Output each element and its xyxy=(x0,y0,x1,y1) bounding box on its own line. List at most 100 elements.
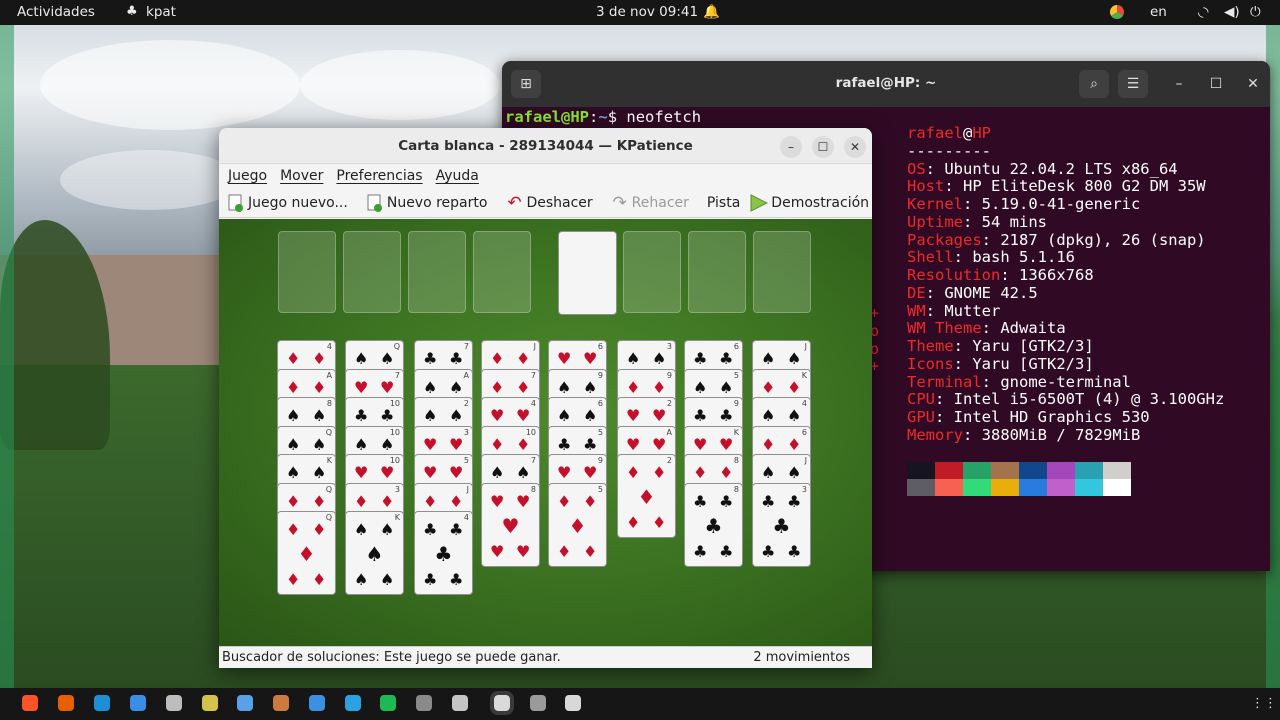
foundation-slot[interactable] xyxy=(623,231,681,313)
edge-icon[interactable] xyxy=(94,695,110,711)
color-swatch xyxy=(1019,479,1047,496)
tableau-card[interactable]: K ♠ ♠ ♠ ♠ ♠ xyxy=(345,511,404,595)
tableau-card[interactable]: Q ♦ ♦ ♦ ♦ ♦ xyxy=(277,511,336,595)
suit-icon: ♠ xyxy=(787,349,802,368)
telegram-icon[interactable] xyxy=(345,695,361,711)
card-rank: 8 xyxy=(530,484,536,494)
free-cell-slot[interactable] xyxy=(473,231,531,313)
paint-icon[interactable] xyxy=(452,695,468,711)
screenshot-icon[interactable] xyxy=(202,695,218,711)
kpat-icon[interactable] xyxy=(490,691,514,715)
card-rank: Q xyxy=(325,513,332,522)
tableau-card[interactable]: 5 ♦ ♦ ♦ ♦ ♦ xyxy=(548,482,607,567)
kpat-titlebar[interactable]: Carta blanca - 289134044 — KPatience – ☐… xyxy=(219,128,872,164)
suit-icon: ♠ xyxy=(557,377,572,397)
text-editor-icon[interactable] xyxy=(237,695,253,711)
chrome-indicator-icon[interactable] xyxy=(1110,5,1124,21)
game-table[interactable]: 4 ♦ ♦ A ♦ ♦ 8 ♠ ♠ Q ♠ ♠ K ♠ ♠ Q ♦ ♦ Q ♦ ♦ ♦ ♦ ♦ Q ♠ ♠ 7 ♥ ♥ 10 ♣ ♣ 10 ♠ ♠ 10… xyxy=(219,219,872,646)
suit-icon: ♠ xyxy=(354,570,369,589)
redo-button[interactable]: ↷ Rehacer xyxy=(611,193,689,213)
minimize-button[interactable]: – xyxy=(1168,73,1190,95)
kpat-app-icon[interactable]: ♣ xyxy=(126,4,138,19)
volume-icon[interactable]: ◀) xyxy=(1224,4,1240,20)
suit-icon: ♥ xyxy=(449,434,464,454)
app-grid-icon[interactable]: ⋮⋮ xyxy=(1251,696,1277,711)
tableau-card[interactable]: 4 ♣ ♣ ♣ ♣ ♣ xyxy=(414,511,473,595)
free-cell-slot[interactable] xyxy=(343,231,401,313)
close-button[interactable]: ✕ xyxy=(844,136,866,158)
card-rank: 6 xyxy=(597,399,603,408)
neofetch-info: rafael@HP --------- OS: Ubuntu 22.04.2 LTS… xyxy=(907,124,1224,445)
undo-button[interactable]: ↶ Deshacer xyxy=(505,192,592,213)
suit-icon: ♥ xyxy=(423,434,438,454)
tableau-card[interactable]: 2 ♦ ♦ ♦ ♦ ♦ xyxy=(617,454,676,538)
firefox-icon[interactable] xyxy=(58,695,74,711)
suit-icon: ♠ xyxy=(516,463,531,482)
color-swatch xyxy=(935,462,963,479)
power-icon[interactable]: ⏻ xyxy=(1250,4,1261,20)
card-rank: J xyxy=(466,484,469,494)
menu-preferencias[interactable]: Preferencias xyxy=(336,168,422,184)
new-game-button[interactable]: Juego nuevo... xyxy=(227,194,348,212)
tableau-card[interactable]: 8 ♣ ♣ ♣ ♣ ♣ xyxy=(684,482,743,567)
app-menu[interactable]: kpat xyxy=(146,4,176,20)
close-button[interactable]: ✕ xyxy=(1242,73,1264,95)
card-rank: K xyxy=(801,370,807,380)
suit-icon: ♥ xyxy=(380,377,395,397)
card-rank: 3 xyxy=(801,484,807,494)
suit-icon: ♦ xyxy=(286,520,301,539)
foundation-card[interactable] xyxy=(558,231,617,315)
spotify-icon[interactable] xyxy=(380,695,396,711)
suit-icon: ♠ xyxy=(626,349,641,368)
card-rank: 9 xyxy=(666,370,672,380)
suit-icon: ♠ xyxy=(719,377,734,397)
minimize-button[interactable]: – xyxy=(780,136,802,158)
menu-mover[interactable]: Mover xyxy=(280,168,323,184)
neofetch-row: Terminal: gnome-terminal xyxy=(907,372,1131,391)
maximize-button[interactable]: ☐ xyxy=(812,136,834,158)
maximize-button[interactable]: ☐ xyxy=(1205,73,1227,95)
toolbar: Juego nuevo... Nuevo reparto ↶ Deshacer … xyxy=(219,188,872,218)
suit-icon: ♦ xyxy=(693,463,708,482)
free-cell-slot[interactable] xyxy=(278,231,336,313)
suit-icon: ♣ xyxy=(449,349,464,368)
search-icon[interactable]: ⌕ xyxy=(1079,70,1109,98)
menu-bar: Juego Mover Preferencias Ayuda xyxy=(219,164,872,188)
tableau-card[interactable]: 3 ♣ ♣ ♣ ♣ ♣ xyxy=(752,482,811,567)
keyboard-layout[interactable]: en xyxy=(1150,4,1167,20)
suit-icon: ♣ xyxy=(557,434,572,454)
demo-button[interactable]: Demostración xyxy=(750,193,869,212)
card-rank: J xyxy=(804,342,807,351)
neofetch-row: Host: HP EliteDesk 800 G2 DM 35W xyxy=(907,177,1206,196)
trash-icon[interactable] xyxy=(565,695,581,711)
suit-icon: ♦ xyxy=(423,491,438,511)
tweaks-icon[interactable] xyxy=(416,695,432,711)
menu-juego[interactable]: Juego xyxy=(228,168,267,184)
color-swatch xyxy=(1075,462,1103,479)
brave-icon[interactable] xyxy=(22,695,38,711)
menu-ayuda[interactable]: Ayuda xyxy=(436,168,479,184)
card-rank: J xyxy=(804,456,807,465)
color-swatch xyxy=(1103,479,1131,496)
store-icon[interactable] xyxy=(130,695,146,711)
neofetch-row: Theme: Yaru [GTK2/3] xyxy=(907,337,1094,355)
new-deal-button[interactable]: Nuevo reparto xyxy=(366,194,487,212)
hamburger-menu-icon[interactable]: ☰ xyxy=(1118,70,1148,98)
help-icon[interactable] xyxy=(309,695,325,711)
terminal-icon[interactable] xyxy=(530,695,546,711)
undo-icon: ↶ xyxy=(507,192,522,213)
free-cell-slot[interactable] xyxy=(408,231,466,313)
solver-status: Buscador de soluciones: Este juego se pu… xyxy=(222,650,561,665)
hint-button[interactable]: Pista xyxy=(707,195,740,211)
foundation-slot[interactable] xyxy=(753,231,811,313)
activities-button[interactable]: Actividades xyxy=(17,4,95,20)
files-icon[interactable] xyxy=(166,695,182,711)
wifi-icon[interactable]: ◟◝ xyxy=(1198,4,1208,20)
archive-icon[interactable] xyxy=(273,695,289,711)
terminal-titlebar[interactable]: ⊞ rafael@HP: ~ ⌕ ☰ – ☐ ✕ xyxy=(502,61,1270,107)
tableau-card[interactable]: 8 ♥ ♥ ♥ ♥ ♥ xyxy=(481,482,540,567)
suit-icon: ♦ xyxy=(380,491,395,511)
new-document-icon xyxy=(227,194,245,212)
clock[interactable]: 3 de nov 09:41 xyxy=(596,4,698,20)
foundation-slot[interactable] xyxy=(688,231,746,313)
